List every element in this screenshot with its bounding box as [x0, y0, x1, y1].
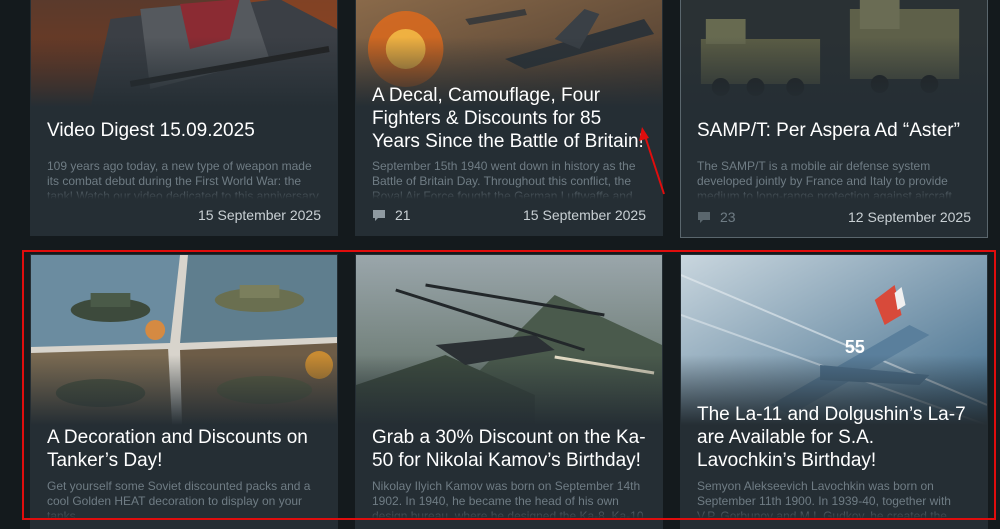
news-card-tankers-day[interactable]: A Decoration and Discounts on Tanker’s D…	[30, 254, 338, 529]
news-date: 15 September 2025	[198, 207, 321, 223]
news-title[interactable]: The La-11 and Dolgushin’s La-7 are Avail…	[697, 403, 973, 472]
news-title[interactable]: Video Digest 15.09.2025	[47, 119, 323, 142]
news-card-lavochkin-birthday[interactable]: 55 The La-11 and Dolgushin’s La-7 are Av…	[680, 254, 988, 529]
svg-text:55: 55	[845, 337, 865, 357]
news-title[interactable]: A Decoration and Discounts on Tanker’s D…	[47, 426, 323, 472]
news-card-ka50-discount[interactable]: Grab a 30% Discount on the Ka-50 for Nik…	[355, 254, 663, 529]
news-date: 15 September 2025	[523, 207, 646, 223]
news-description: Nikolay Ilyich Kamov was born on Septemb…	[372, 479, 648, 519]
tanks-collage-artwork	[31, 255, 337, 425]
news-card-battle-of-britain[interactable]: A Decal, Camouflage, Four Fighters & Dis…	[355, 0, 663, 236]
tank-artwork	[31, 0, 337, 107]
military-trucks-artwork	[681, 0, 987, 107]
comment-bubble-icon	[373, 209, 385, 221]
comments-count-value: 21	[395, 207, 411, 223]
news-title[interactable]: Grab a 30% Discount on the Ka-50 for Nik…	[372, 426, 648, 472]
news-date: 12 September 2025	[848, 209, 971, 225]
news-description: The SAMP/T is a mobile air defense syste…	[697, 159, 973, 199]
comment-bubble-icon	[698, 211, 710, 223]
news-title[interactable]: SAMP/T: Per Aspera Ad “Aster”	[697, 119, 973, 142]
news-card-video-digest[interactable]: Video Digest 15.09.2025 109 years ago to…	[30, 0, 338, 236]
news-card-samp-t[interactable]: SAMP/T: Per Aspera Ad “Aster” The SAMP/T…	[680, 0, 988, 238]
news-title[interactable]: A Decal, Camouflage, Four Fighters & Dis…	[372, 84, 648, 153]
comments-count[interactable]: 21	[372, 207, 411, 223]
la7-fighter-artwork: 55	[681, 255, 987, 425]
news-description: September 15th 1940 went down in history…	[372, 159, 648, 199]
news-description: Get yourself some Soviet discounted pack…	[47, 479, 323, 519]
helicopter-artwork	[356, 255, 662, 425]
news-description: 109 years ago today, a new type of weapo…	[47, 159, 323, 199]
news-description: Semyon Alekseevich Lavochkin was born on…	[697, 479, 973, 519]
comments-count-value: 23	[720, 209, 736, 225]
comments-count[interactable]: 23	[697, 209, 736, 225]
